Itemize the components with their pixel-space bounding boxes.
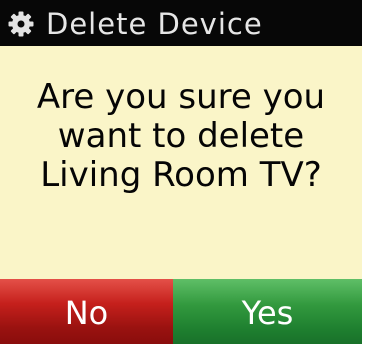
yes-button[interactable]: Yes: [173, 279, 362, 344]
no-button-label: No: [64, 293, 109, 332]
delete-device-dialog: Delete Device Are you sure you want to d…: [0, 0, 362, 344]
message-line-1: Are you sure you: [36, 77, 326, 117]
yes-button-label: Yes: [241, 293, 294, 332]
dialog-title: Delete Device: [46, 7, 263, 41]
title-bar: Delete Device: [0, 0, 362, 46]
message-line-2: want to delete: [57, 116, 305, 156]
gear-icon: [8, 11, 34, 37]
confirmation-message: Are you sure you want to delete Living R…: [0, 78, 362, 195]
no-button[interactable]: No: [0, 279, 173, 344]
message-line-3: Living Room TV?: [40, 155, 322, 195]
